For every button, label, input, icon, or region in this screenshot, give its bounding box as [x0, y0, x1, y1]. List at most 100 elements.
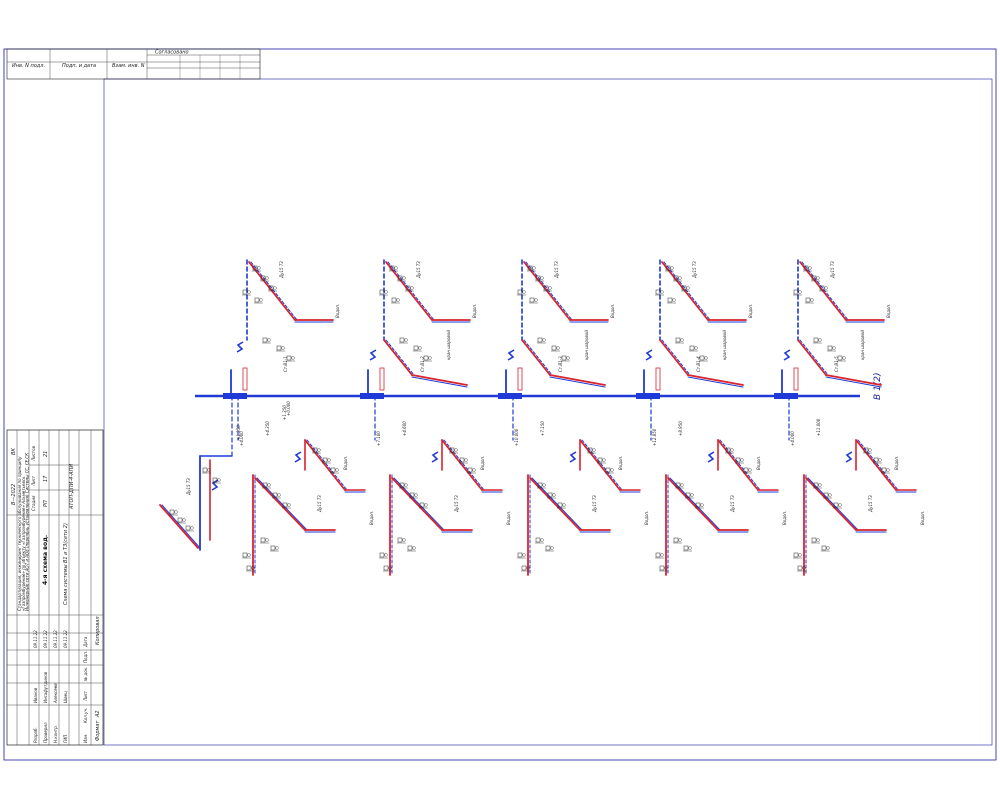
pipe-tag: Ду15 Т3 — [454, 495, 459, 513]
name-2: Инсафутдинов — [43, 671, 48, 703]
riser-label: Ст.В1-1 — [283, 356, 288, 372]
cold-diagonal — [669, 477, 721, 531]
fixture-icon — [673, 537, 682, 544]
main-tee — [636, 393, 660, 399]
role-1: Разраб. — [33, 727, 38, 743]
valve-box — [517, 367, 523, 391]
stage-value: РП — [43, 500, 49, 507]
fixture-tag: Водоп. — [480, 456, 485, 470]
valve-note: кран шаровой — [446, 330, 451, 360]
cold-pipe-mid — [385, 339, 415, 376]
fixture-icon — [537, 337, 546, 344]
drawing-title: 4-я схема вод. — [42, 535, 49, 585]
fixture-icon — [689, 345, 698, 352]
valve-box — [379, 367, 385, 391]
fixture-icon — [545, 545, 554, 552]
sheet-label: Лист — [31, 475, 36, 487]
cold-pipe-lower-a — [719, 439, 761, 491]
pipe-tag: Ду15 Т3 — [317, 495, 322, 513]
floor-level: +11.000 — [816, 418, 821, 436]
header-col-6: Дата — [83, 636, 88, 648]
pipe-tag: Ду15 Т3 — [186, 478, 191, 496]
fixture-tag: Водоп. — [920, 511, 925, 525]
fixture-icon — [535, 537, 544, 544]
format-label: Формат — [95, 720, 101, 741]
drawing-sheet: Согласовано Инв. N подл. Подп. и дата Вз… — [3, 48, 997, 761]
break-symbol — [431, 451, 439, 463]
hot-diagonal — [254, 477, 306, 531]
cold-diagonal — [256, 477, 308, 531]
fixture-tag: Водоп. — [894, 456, 899, 470]
riser-group: Ду15 Т3 Водоп. +4.000 +4.350 Ду15 Т3 Водоп. Во… — [223, 259, 925, 576]
fixture-icon — [811, 537, 820, 544]
fixture-tag: Водоп. — [618, 456, 623, 470]
fixture-tag: Водоп. — [886, 304, 891, 318]
role-3: Н.контр. — [53, 725, 58, 743]
header-col-4: № док. — [83, 667, 88, 682]
fixture-icon — [793, 552, 802, 559]
cold-diagonal — [807, 477, 859, 531]
valve-box — [793, 367, 799, 391]
role-4: ГИП — [63, 735, 68, 743]
fixture-tag: Водоп. — [644, 511, 649, 525]
podp-data-label: Подп. и дата — [62, 63, 96, 69]
hot-diagonal — [391, 477, 443, 531]
fixture-icon — [330, 467, 339, 474]
main-tee — [498, 393, 522, 399]
format-value: А2 — [95, 710, 101, 718]
sheets-value: 21 — [43, 451, 49, 457]
riser-label: Ст.В1-5 — [834, 356, 839, 372]
fixture-tag: Водоп. — [472, 304, 477, 318]
hot-branch-mid — [549, 374, 606, 386]
fixture-tag: Водоп. — [748, 304, 753, 318]
valve-box — [655, 367, 661, 391]
hot-pipe-lower-a — [304, 439, 346, 491]
hot-pipe-lower-a — [855, 439, 897, 491]
valve-note: кран шаровой — [722, 330, 727, 360]
cold-branch-mid — [549, 376, 606, 388]
role-2: Проверил — [43, 722, 48, 743]
valve-box — [242, 367, 248, 391]
floor-level: +8.950 — [678, 421, 683, 436]
valve-note: кран шаровой — [584, 330, 589, 360]
riser-label: Ст.В1-3 — [558, 356, 563, 372]
break-symbol — [707, 451, 715, 463]
hot-diagonal — [667, 477, 719, 531]
break-symbol — [645, 349, 653, 361]
basement-cold-diagonal — [161, 504, 201, 549]
fixture-icon — [399, 337, 408, 344]
inv-podl-label: Инв. N подл. — [12, 63, 45, 69]
break-symbol — [507, 349, 515, 361]
fixture-icon — [805, 297, 814, 304]
copied-label: Копировал — [95, 616, 101, 645]
fixture-icon — [529, 297, 538, 304]
fixture-icon — [379, 552, 388, 559]
fixture-tag: Водоп. — [782, 511, 787, 525]
hot-pipe-mid — [521, 339, 551, 376]
fixture-icon — [177, 517, 186, 524]
pipe-tag: Ду15 Т3 — [830, 261, 835, 279]
header-col-1: Изм. — [83, 734, 88, 743]
date-1: 09.11.22 — [33, 630, 38, 648]
fixture-tag: Водоп. — [756, 456, 761, 470]
floor-level: +1.350 — [236, 425, 241, 440]
fixture-icon — [551, 345, 560, 352]
break-symbol — [294, 451, 302, 463]
fixture-icon — [242, 552, 251, 559]
fixture-icon — [675, 337, 684, 344]
fixture-icon — [397, 537, 406, 544]
fixture-icon — [276, 345, 285, 352]
top-stamp: Согласовано Инв. N подл. Подп. и дата Вз… — [6, 48, 261, 80]
hot-diagonal — [805, 477, 857, 531]
name-3: Алексеев — [53, 683, 58, 704]
vzam-inv-label: Взам. инв. N — [112, 63, 145, 69]
hot-pipe-lower-a — [579, 439, 621, 491]
cold-branch-mid — [411, 376, 468, 388]
floor-level: +4.600 — [402, 421, 407, 436]
date-3: 09.11.22 — [53, 630, 58, 648]
fixture-tag: Водоп. — [506, 511, 511, 525]
fixture-icon — [517, 552, 526, 559]
company-line-3: Инженерные сети АО7 и АО8 (перечень уста… — [25, 453, 30, 611]
floor-level: +4.000 — [790, 431, 795, 446]
break-symbol — [369, 349, 377, 361]
